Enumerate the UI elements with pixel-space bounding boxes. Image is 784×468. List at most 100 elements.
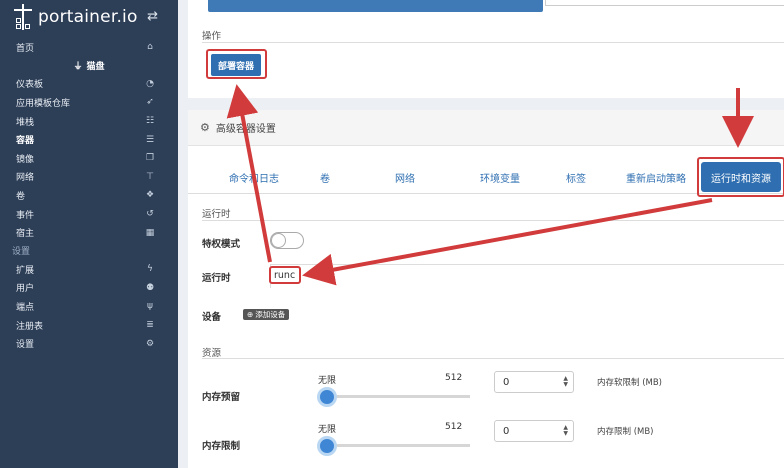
tab-labels[interactable]: 标签 [558, 162, 594, 192]
memory-reservation-slider-track[interactable] [328, 395, 470, 398]
advanced-settings-title: 高级容器设置 [215, 124, 276, 135]
logo-text: portainer.io [38, 7, 138, 27]
divider [202, 358, 784, 359]
sitemap-icon: ⊤ [146, 171, 154, 182]
brand: portainer.io ⇄ [0, 0, 178, 34]
cubes-icon: ❖ [145, 190, 155, 201]
plug-icon: ψ [147, 301, 153, 312]
sidebar-item-images[interactable]: 镜像 ❐ [0, 149, 178, 168]
access-control-button[interactable] [208, 0, 543, 12]
sidebar-settings-heading: 设置 [12, 247, 31, 258]
spinner-icon[interactable]: ▲ ▼ [563, 376, 568, 388]
sidebar-item-label: 镜像 [16, 154, 35, 165]
sidebar-item-settings[interactable]: 设置 ⚙ [0, 334, 178, 353]
sidebar-item-label: 扩展 [16, 265, 35, 276]
memory-reservation-value: 0 [503, 376, 510, 388]
sidebar-item-label: 首页 [16, 43, 35, 54]
sidebar-item-extensions[interactable]: 扩展 ϟ [0, 260, 178, 279]
portainer-logo-icon [12, 4, 34, 30]
sidebar-item-label: 注册表 [16, 321, 44, 332]
sidebar-item-endpoints[interactable]: 端点 ψ [0, 297, 178, 316]
slider-min-label: 无限 [318, 376, 337, 386]
sidebar-item-label: 端点 [16, 302, 35, 313]
highlight-runtime-tab [697, 157, 784, 197]
clone-icon: ❐ [145, 153, 155, 164]
actions-section-title: 操作 [202, 31, 222, 42]
rocket-icon: ➶ [146, 97, 154, 108]
advanced-settings-card: ⚙ 高级容器设置 命令和日志 卷 网络 环境变量 标签 重新启动策略 运行时和资… [188, 110, 784, 468]
th-icon: ▦ [145, 227, 155, 238]
sidebar-item-label: 用户 [16, 284, 35, 295]
sidebar-item-dashboard[interactable]: 仪表板 ◔ [0, 75, 178, 94]
highlight-deploy-button [206, 49, 267, 79]
sidebar-item-app-templates[interactable]: 应用模板仓库 ➶ [0, 93, 178, 112]
history-icon: ↺ [146, 209, 154, 220]
sidebar-item-label: 应用模板仓库 [16, 98, 71, 109]
memory-reservation-unit: 内存软限制 (MB) [597, 378, 662, 388]
sidebar-item-label: 卷 [16, 191, 26, 202]
memory-reservation-slider-handle[interactable] [317, 387, 337, 407]
sidebar-item-label: 仪表板 [16, 80, 44, 91]
runtime-label: 运行时 [202, 273, 231, 284]
runtime-section-title: 运行时 [202, 209, 231, 220]
sidebar-item-users[interactable]: 用户 ⚉ [0, 279, 178, 298]
sidebar-item-label: 网络 [16, 173, 35, 184]
highlight-runtime-value [269, 266, 301, 284]
sidebar-item-label: 容器 [16, 136, 35, 147]
sidebar-item-stacks[interactable]: 堆栈 ☷ [0, 112, 178, 131]
sidebar-item-registries[interactable]: 注册表 ≣ [0, 316, 178, 335]
tab-command-logging[interactable]: 命令和日志 [214, 162, 294, 192]
divider [202, 42, 784, 43]
memory-limit-slider-track[interactable] [328, 444, 470, 447]
sidebar-item-events[interactable]: 事件 ↺ [0, 205, 178, 224]
database-icon: ≣ [146, 320, 154, 331]
sidebar-item-volumes[interactable]: 卷 ❖ [0, 186, 178, 205]
tachometer-icon: ◔ [146, 78, 154, 89]
tab-restart-policy[interactable]: 重新启动策略 [620, 162, 692, 192]
privileged-mode-toggle[interactable] [270, 232, 304, 249]
privileged-mode-label: 特权模式 [202, 239, 241, 250]
memory-limit-unit: 内存限制 (MB) [597, 427, 654, 437]
sidebar-item-label: 事件 [16, 210, 35, 221]
endpoint-name: ⏚ 猫盘 [0, 57, 178, 75]
runtime-select[interactable] [270, 264, 784, 288]
divider [202, 220, 784, 221]
tab-network[interactable]: 网络 [385, 162, 425, 192]
plus-circle-icon: ⊕ [247, 310, 254, 319]
memory-reservation-input[interactable]: 0 ▲ ▼ [494, 371, 574, 393]
sidebar-item-home[interactable]: 首页 ⌂ [0, 38, 178, 57]
gear-icon: ⚙ [200, 121, 210, 134]
sidebar-item-label: 设置 [16, 340, 35, 351]
top-input-field[interactable] [545, 0, 784, 6]
slider-max-label: 512 [445, 373, 463, 383]
slider-min-label: 无限 [318, 425, 337, 435]
sidebar-item-networks[interactable]: 网络 ⊤ [0, 168, 178, 187]
tab-env[interactable]: 环境变量 [468, 162, 532, 192]
sidebar-item-label: 宿主 [16, 229, 35, 240]
main-content: 操作 部署容器 ⚙ 高级容器设置 命令和日志 卷 网络 环境变量 标签 重新启动… [178, 0, 784, 468]
bolt-icon: ϟ [147, 264, 153, 275]
memory-limit-input[interactable]: 0 ▲ ▼ [494, 420, 574, 442]
memory-limit-slider-handle[interactable] [317, 436, 337, 456]
add-device-label: 添加设备 [255, 310, 286, 319]
memory-reservation-label: 内存预留 [202, 392, 241, 403]
add-device-button[interactable]: ⊕ 添加设备 [243, 309, 290, 320]
home-icon: ⌂ [147, 42, 153, 53]
advanced-settings-header: ⚙ 高级容器设置 [188, 110, 784, 146]
th-list-icon: ☷ [145, 116, 155, 127]
server-icon: ☰ [145, 134, 155, 145]
actions-card: 操作 部署容器 [188, 0, 784, 98]
devices-label: 设备 [202, 312, 222, 323]
tab-volumes[interactable]: 卷 [310, 162, 340, 192]
sidebar-item-containers[interactable]: 容器 ☰ [0, 130, 178, 149]
plug-icon: ⏚ [73, 62, 83, 73]
sidebar-item-label: 堆栈 [16, 117, 35, 128]
swap-arrows-icon[interactable]: ⇄ [147, 9, 158, 24]
sidebar-item-host[interactable]: 宿主 ▦ [0, 223, 178, 242]
endpoint-label: 猫盘 [86, 62, 105, 73]
resources-section-title: 资源 [202, 348, 222, 359]
memory-limit-value: 0 [503, 425, 510, 437]
memory-limit-label: 内存限制 [202, 441, 241, 452]
spinner-icon[interactable]: ▲ ▼ [563, 425, 568, 437]
users-icon: ⚉ [145, 282, 155, 293]
